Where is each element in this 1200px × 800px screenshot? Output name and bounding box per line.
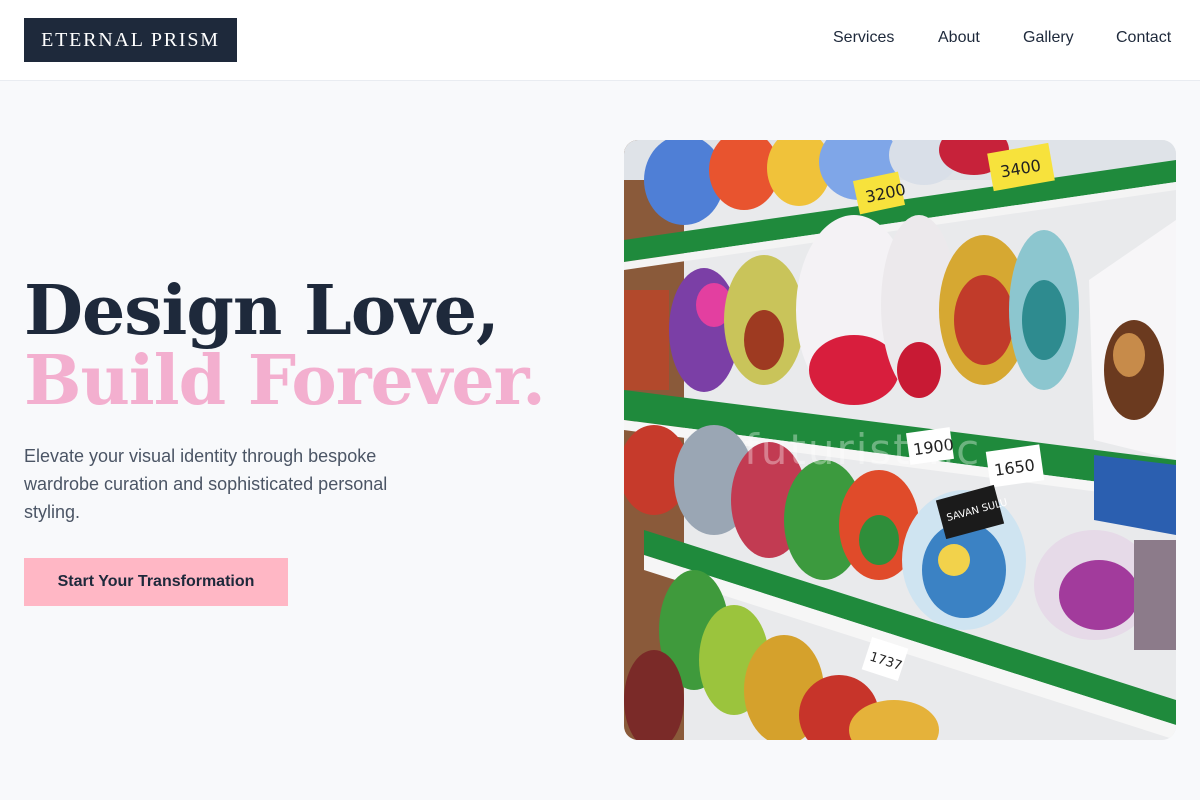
site-header: ETERNAL PRISM Services About Gallery Con…	[0, 0, 1200, 81]
hero-subtext: Elevate your visual identity through bes…	[24, 446, 388, 522]
nav-link-about[interactable]: About	[938, 29, 980, 47]
nav-link-contact[interactable]: Contact	[1116, 29, 1171, 47]
hero-image: 3200 3400 1900 1650 1737 SAVAN SULU futu…	[624, 140, 1176, 740]
start-transformation-button[interactable]: Start Your Transformation	[24, 558, 288, 606]
logo-text: ETERNAL PRISM	[41, 28, 220, 51]
nav-link-services[interactable]: Services	[833, 29, 894, 47]
logo[interactable]: ETERNAL PRISM	[24, 18, 237, 62]
headline-line-2: Build Forever.	[24, 341, 546, 421]
headline-line-1: Design Love,	[24, 271, 500, 351]
hero-headline: Design Love, Build Forever.	[24, 276, 564, 416]
nav-link-gallery[interactable]: Gallery	[1023, 29, 1074, 47]
image-watermark: futurist .lc	[744, 425, 982, 474]
